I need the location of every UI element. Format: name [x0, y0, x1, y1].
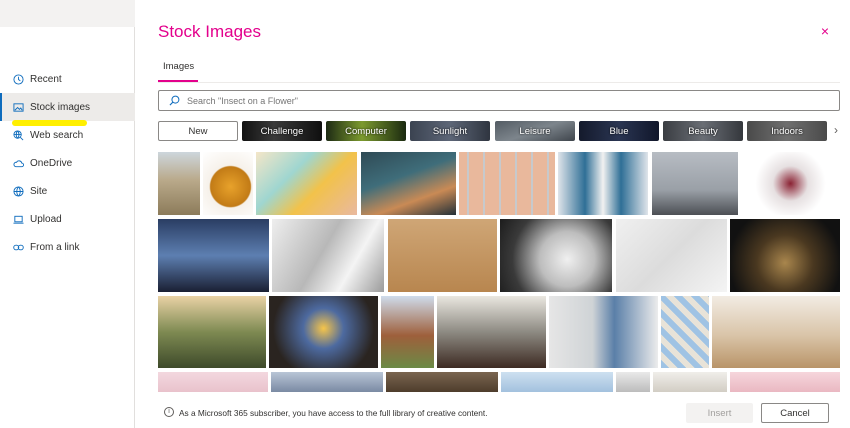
stock-image-tile[interactable]	[256, 152, 357, 215]
stock-image-tile[interactable]	[653, 372, 727, 392]
globe-search-icon	[13, 129, 24, 141]
sidebar-item-label: From a link	[30, 241, 80, 253]
sidebar-item-label: Recent	[30, 73, 62, 85]
chip-label: Leisure	[519, 125, 551, 137]
sidebar-item-upload[interactable]: Upload	[0, 205, 135, 233]
chip-label: Blue	[609, 125, 629, 137]
sidebar-item-from-a-link[interactable]: From a link	[0, 233, 135, 261]
sidebar-item-onedrive[interactable]: OneDrive	[0, 149, 135, 177]
stock-image-tile[interactable]	[661, 296, 709, 368]
stock-image-tile[interactable]	[459, 152, 555, 215]
stock-image-tile[interactable]	[203, 152, 253, 215]
search-box[interactable]	[158, 90, 840, 111]
sidebar-item-label: Stock images	[30, 101, 91, 113]
category-chips: New Challenge Computer Sunlight Leisure …	[158, 121, 848, 141]
cancel-button[interactable]: Cancel	[761, 403, 829, 423]
stock-image-tile[interactable]	[549, 296, 658, 368]
chip-challenge[interactable]: Challenge	[242, 121, 322, 141]
sidebar-item-recent[interactable]: Recent	[0, 65, 135, 93]
close-icon[interactable]: ×	[818, 24, 832, 38]
chip-sunlight[interactable]: Sunlight	[410, 121, 490, 141]
tab-divider	[158, 82, 840, 83]
stock-image-tile[interactable]	[741, 152, 840, 215]
chip-label: Beauty	[688, 125, 718, 137]
sidebar: Recent Stock images Web search OneDrive	[0, 0, 135, 428]
sidebar-item-stock-images[interactable]: Stock images	[0, 93, 135, 121]
sidebar-top-band	[0, 0, 135, 27]
stock-image-tile[interactable]	[730, 219, 840, 292]
info-icon: i	[164, 407, 174, 417]
chevron-right-icon[interactable]: ›	[834, 123, 838, 137]
stock-image-tile[interactable]	[500, 219, 612, 292]
sidebar-item-site[interactable]: Site	[0, 177, 135, 205]
chip-label: Challenge	[260, 125, 304, 137]
sidebar-item-label: Upload	[30, 213, 62, 225]
stock-image-tile[interactable]	[361, 152, 456, 215]
stock-image-tile[interactable]	[558, 152, 648, 215]
stock-image-tile[interactable]	[272, 219, 384, 292]
stock-image-tile[interactable]	[501, 372, 613, 392]
laptop-icon	[13, 214, 24, 225]
stock-image-tile[interactable]	[730, 372, 840, 392]
stock-image-tile[interactable]	[652, 152, 738, 215]
cloud-icon	[13, 158, 24, 169]
stock-image-tile[interactable]	[271, 372, 383, 392]
stock-image-tile[interactable]	[158, 152, 200, 215]
stock-image-tile[interactable]	[616, 219, 727, 292]
stock-image-tile[interactable]	[712, 296, 840, 368]
chip-indoors[interactable]: Indoors	[747, 121, 827, 141]
chip-label: Sunlight	[432, 125, 468, 137]
stock-image-tile[interactable]	[158, 372, 268, 392]
search-icon	[169, 95, 180, 106]
clock-icon	[13, 73, 24, 85]
chip-computer[interactable]: Computer	[326, 121, 406, 141]
stock-image-tile[interactable]	[158, 296, 266, 368]
chip-leisure[interactable]: Leisure	[495, 121, 575, 141]
stock-image-tile[interactable]	[158, 219, 269, 292]
stock-image-tile[interactable]	[388, 219, 497, 292]
image-icon	[13, 102, 24, 113]
globe-icon	[13, 185, 24, 197]
sidebar-item-label: OneDrive	[30, 157, 73, 169]
link-icon	[13, 242, 24, 253]
stock-image-tile[interactable]	[437, 296, 546, 368]
sidebar-item-label: Site	[30, 185, 48, 197]
dialog-title: Stock Images	[158, 22, 261, 41]
subscriber-info-text: As a Microsoft 365 subscriber, you have …	[179, 408, 488, 418]
chip-beauty[interactable]: Beauty	[663, 121, 743, 141]
stock-images-dialog: Recent Stock images Web search OneDrive	[0, 0, 850, 428]
tab-images[interactable]: Images	[163, 61, 194, 72]
stock-image-tile[interactable]	[381, 296, 434, 368]
chip-label: Indoors	[771, 125, 803, 137]
sidebar-nav: Recent Stock images Web search OneDrive	[0, 65, 135, 261]
insert-button[interactable]: Insert	[686, 403, 753, 423]
stock-image-tile[interactable]	[616, 372, 650, 392]
chip-label: New	[188, 125, 208, 137]
yellow-highlight-mark	[12, 120, 87, 126]
chip-new[interactable]: New	[158, 121, 238, 141]
chip-blue[interactable]: Blue	[579, 121, 659, 141]
stock-image-tile[interactable]	[386, 372, 498, 392]
sidebar-item-label: Web search	[30, 129, 84, 141]
stock-image-tile[interactable]	[269, 296, 378, 368]
search-input[interactable]	[187, 95, 787, 106]
chip-label: Computer	[345, 125, 387, 137]
